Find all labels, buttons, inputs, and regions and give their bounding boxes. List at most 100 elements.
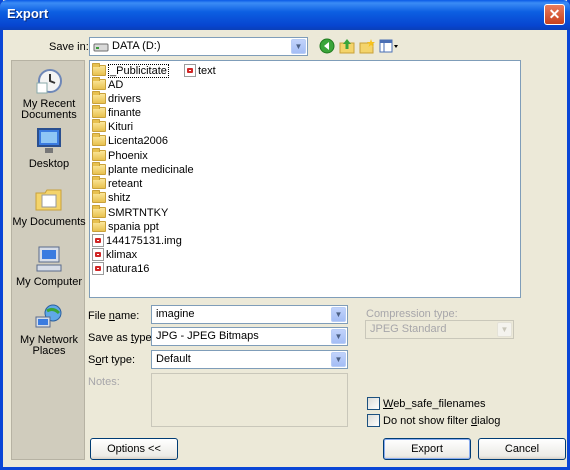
save-as-type-select[interactable]: JPG - JPEG Bitmaps ▼ [151,327,348,346]
folder-icon [92,205,106,218]
chevron-down-icon: ▼ [497,322,512,337]
folder-icon [92,63,106,76]
folder-icon [92,133,106,146]
image-file-icon [92,262,104,275]
save-in-value: DATA (D:) [112,40,161,52]
list-item[interactable]: finante [92,105,142,120]
notes-label: Notes: [88,376,120,388]
list-item[interactable]: text [184,64,216,78]
item-label: reteant [108,178,143,190]
list-item[interactable]: Phoenix [92,148,148,163]
item-label: _Publicitate [108,64,169,78]
item-label: spania ppt [108,221,159,233]
desktop-icon [33,127,65,155]
chevron-down-icon[interactable]: ▼ [331,329,346,344]
drive-icon [93,43,109,52]
chevron-down-icon[interactable]: ▼ [331,307,346,322]
dialog-title: Export [7,6,49,21]
item-label: AD [108,79,124,91]
list-item[interactable]: shitz [92,190,131,205]
place-label-line2: Places [32,345,66,357]
item-label: finante [108,107,142,119]
title-bar[interactable]: Export ✕ [0,0,570,30]
item-label: SMRTNTKY [108,207,169,219]
close-button[interactable]: ✕ [544,4,565,25]
place-label-line1: Desktop [28,158,70,170]
my-computer-icon [33,245,65,273]
list-item[interactable]: _Publicitate [92,63,169,78]
item-label: Kituri [108,121,134,133]
save-in-select[interactable]: DATA (D:) ▼ [89,37,308,56]
cancel-button[interactable]: Cancel [478,438,566,460]
place-my-computer[interactable]: My Computer [12,245,86,288]
file-name-input[interactable]: imagine ▼ [151,305,348,324]
item-label: drivers [108,93,142,105]
item-label: klimax [106,249,138,261]
file-name-value: imagine [156,308,195,320]
back-icon[interactable] [319,38,335,54]
compression-type-select: JPEG Standard ▼ [365,320,514,339]
sort-type-select[interactable]: Default ▼ [151,350,348,369]
sort-type-label: Sort type: [88,354,136,366]
network-places-icon [33,303,65,331]
save-as-type-label: Save as type: [88,332,155,344]
list-item[interactable]: Licenta2006 [92,133,168,148]
web-safe-filenames-label[interactable]: Web_safe_filenames [383,398,486,410]
list-item[interactable]: klimax [92,248,137,262]
compression-type-label: Compression type: [366,308,458,320]
folder-icon [92,162,106,175]
new-folder-icon[interactable] [359,38,375,54]
item-label: Licenta2006 [108,135,168,147]
no-filter-dialog-checkbox[interactable] [367,414,380,427]
place-desktop[interactable]: Desktop [12,127,86,170]
list-item[interactable]: drivers [92,91,142,106]
my-documents-icon [33,185,65,213]
recent-documents-icon [33,67,65,95]
place-my-documents[interactable]: My Documents [12,185,86,228]
image-file-icon [184,64,196,77]
item-label: shitz [108,192,131,204]
up-folder-icon[interactable] [339,38,355,54]
save-in-label: Save in: [49,41,89,53]
notes-field [151,373,348,427]
view-menu-icon[interactable] [379,38,399,54]
list-item[interactable]: AD [92,77,124,92]
folder-icon [92,91,106,104]
folder-icon [92,105,106,118]
no-filter-dialog-label[interactable]: Do not show filter dialog [383,415,500,427]
places-bar: My Recent Documents Desktop My Documents… [11,60,86,460]
list-item[interactable]: plante medicinale [92,162,194,177]
compression-type-value: JPEG Standard [370,323,447,335]
file-name-label: File name: [88,310,140,322]
folder-icon [92,148,106,161]
place-label-line1: My Documents [12,216,86,228]
place-label-line1: My Computer [15,276,83,288]
list-item[interactable]: SMRTNTKY [92,205,169,220]
chevron-down-icon[interactable]: ▼ [291,39,306,54]
list-item[interactable]: natura16 [92,262,149,276]
folder-icon [92,190,106,203]
file-list[interactable]: _Publicitate AD drivers finante Kituri L… [89,60,521,298]
list-item[interactable]: spania ppt [92,219,159,234]
chevron-down-icon[interactable]: ▼ [331,352,346,367]
save-as-type-value: JPG - JPEG Bitmaps [156,330,259,342]
list-item[interactable]: reteant [92,176,143,191]
export-dialog: Export ✕ Save in: DATA (D:) ▼ My Recent … [0,0,570,470]
export-button[interactable]: Export [383,438,471,460]
folder-icon [92,176,106,189]
folder-icon [92,119,106,132]
place-my-network-places[interactable]: My Network Places [12,303,86,357]
item-label: plante medicinale [108,164,194,176]
web-safe-filenames-checkbox[interactable] [367,397,380,410]
sort-type-value: Default [156,353,191,365]
place-label-line2: Documents [21,109,77,121]
folder-icon [92,219,106,232]
image-file-icon [92,248,104,261]
list-item[interactable]: 144175131.img [92,234,182,248]
image-file-icon [92,234,104,247]
place-my-recent-documents[interactable]: My Recent Documents [12,67,86,121]
folder-icon [92,77,106,90]
item-label: Phoenix [108,150,148,162]
options-button[interactable]: Options << [90,438,178,460]
list-item[interactable]: Kituri [92,119,134,134]
